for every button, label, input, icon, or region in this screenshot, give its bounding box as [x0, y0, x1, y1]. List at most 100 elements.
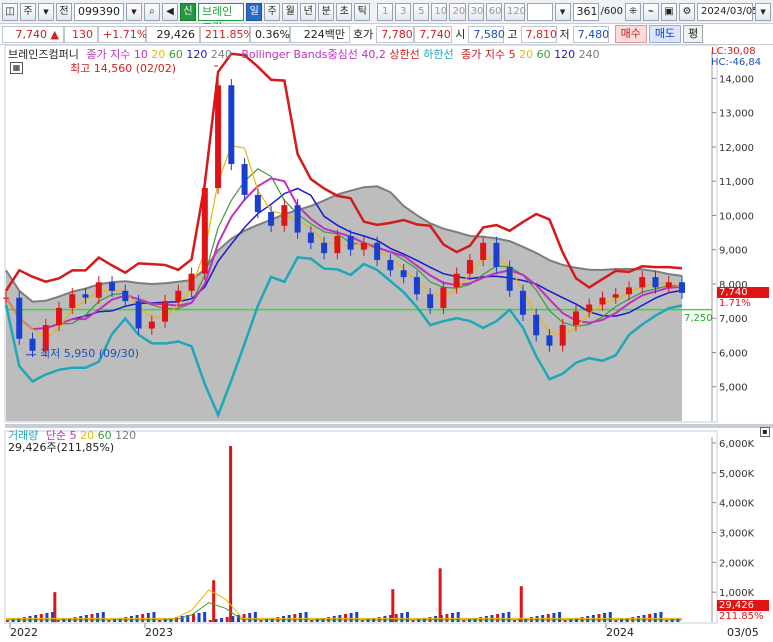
all-select[interactable]: 전 — [56, 2, 72, 21]
search-icon[interactable]: ⌕ — [144, 2, 160, 21]
candle-body — [586, 304, 593, 312]
volume-bar — [332, 616, 336, 622]
candle-body — [321, 242, 328, 254]
candle-body — [360, 242, 367, 250]
legend-ma5-240: 240 — [578, 48, 600, 61]
volume-bar — [484, 616, 488, 622]
volume-pct: 211.85% — [200, 25, 254, 43]
minute-20[interactable]: 20 — [449, 2, 466, 21]
low-price: 7,480 — [572, 25, 609, 43]
volume-bar — [586, 616, 590, 622]
price-change: 130 — [64, 25, 98, 43]
candle-body — [665, 282, 672, 288]
layout-button[interactable]: ◫ — [2, 2, 18, 21]
minute-30[interactable]: 30 — [467, 2, 484, 21]
quote-bar: 7,740 ▲ 130 +1.71% 29,426 211.85% 0.36% … — [0, 24, 773, 45]
y-tick-label: 6,000 — [719, 348, 748, 359]
volume-bar — [355, 612, 359, 622]
candle-body — [29, 338, 36, 351]
minute-10[interactable]: 10 — [431, 2, 448, 21]
candle-body — [480, 242, 487, 260]
legend-ma-240: 240 — [210, 48, 232, 61]
last-price-tag: 7,740 — [717, 287, 769, 298]
volume-ma-120: 120 — [115, 429, 137, 442]
volume-y-tick-label: 2,000K — [719, 558, 755, 569]
period-minute[interactable]: 분 — [318, 2, 335, 21]
volume-bar — [28, 616, 32, 622]
settings-icon[interactable]: ⚙ — [679, 2, 696, 21]
ask-label: 호가 — [353, 28, 374, 41]
volume-bar — [146, 613, 150, 622]
date-dropdown-icon[interactable]: ▼ — [755, 2, 772, 21]
market-dropdown-icon[interactable]: ▼ — [38, 2, 54, 21]
volume-bar — [653, 613, 657, 622]
sell-button[interactable]: 매도 — [648, 25, 682, 43]
period-year[interactable]: 년 — [300, 2, 317, 21]
minute-3[interactable]: 3 — [395, 2, 412, 21]
chart-toolbar: ◫ 주 ▼ 전 099390 ▼ ⌕ ◀ 신 브레인즈컴 일 주 월 년 분 초… — [0, 0, 773, 34]
minute-120[interactable]: 120 — [503, 2, 526, 21]
candle-body — [294, 205, 301, 233]
volume-y-tick-label: 5,000K — [719, 469, 755, 480]
open-label: 시 — [455, 28, 466, 41]
stock-name: 브레인즈컴 — [198, 2, 245, 34]
volume-y-tick-label: 6,000K — [719, 439, 755, 450]
legend-upper: 상한선 — [389, 48, 420, 61]
code-dropdown-icon[interactable]: ▼ — [126, 2, 142, 21]
minute-1[interactable]: 1 — [377, 2, 394, 21]
legend-lower: 하한선 — [423, 48, 454, 61]
date-input[interactable]: 2024/03/05 — [697, 2, 759, 21]
market-select[interactable]: 주 — [20, 2, 36, 21]
candle-body — [16, 297, 23, 339]
minute-dropdown-icon[interactable]: ▼ — [554, 2, 571, 21]
candle-body — [546, 335, 553, 346]
volume-bar — [220, 618, 224, 622]
volume-bar — [45, 613, 49, 622]
candle-body — [334, 236, 341, 254]
candle-body — [135, 301, 142, 329]
minute-5[interactable]: 5 — [413, 2, 430, 21]
y-tick-label: 11,000 — [719, 177, 754, 188]
volume-spike-bar — [519, 586, 523, 622]
stock-code-input[interactable]: 099390 — [74, 2, 124, 21]
price-chart[interactable]: 5,0006,0007,0008,0009,00010,00011,00012,… — [0, 45, 773, 642]
volume-last-tag: 29,426 — [717, 600, 769, 611]
volume-panel-toggle-icon[interactable]: ▪ — [760, 427, 770, 437]
volume-y-tick-label: 1,000K — [719, 588, 755, 599]
minute-60[interactable]: 60 — [485, 2, 502, 21]
candle-body — [519, 290, 526, 315]
period-tick[interactable]: 틱 — [354, 2, 371, 21]
legend-ma5-120: 120 — [554, 48, 576, 61]
grid-icon[interactable]: ▦ — [10, 62, 23, 74]
volume-bar — [507, 612, 511, 622]
period-week[interactable]: 주 — [264, 2, 281, 21]
save-icon[interactable]: ▣ — [661, 2, 678, 21]
candle-body — [400, 270, 407, 278]
buy-button[interactable]: 매수 — [614, 25, 647, 43]
back-icon[interactable]: ◀ — [162, 2, 178, 21]
volume-bar — [603, 613, 607, 622]
volume-bar — [79, 616, 83, 622]
candle-body — [453, 273, 460, 288]
candle-body — [175, 290, 182, 302]
period-day[interactable]: 일 — [246, 2, 263, 21]
candle-body — [427, 294, 434, 308]
volume-bar — [636, 616, 640, 622]
candle-body — [374, 242, 381, 260]
turnover: 0.36% — [250, 25, 290, 43]
y-tick-label: 12,000 — [719, 143, 754, 154]
period-second[interactable]: 초 — [336, 2, 353, 21]
flat-button[interactable]: 평 — [683, 25, 704, 43]
volume-bar — [501, 613, 505, 622]
volume-bar — [203, 612, 207, 622]
lc-value: LC:30,08 — [711, 46, 756, 57]
minute-custom-input[interactable] — [527, 2, 553, 21]
indicator-icon[interactable]: ⁜ — [625, 2, 642, 21]
credit-badge[interactable]: 신 — [180, 2, 196, 21]
period-month[interactable]: 월 — [282, 2, 299, 21]
bar-count-input[interactable]: 361 — [572, 2, 599, 21]
trend-icon[interactable]: ⌁ — [643, 2, 660, 21]
volume-bar — [191, 614, 195, 622]
trade-amount: 224백만 — [290, 25, 350, 43]
high-annotation: 최고 14,560 (02/02) — [70, 62, 177, 75]
